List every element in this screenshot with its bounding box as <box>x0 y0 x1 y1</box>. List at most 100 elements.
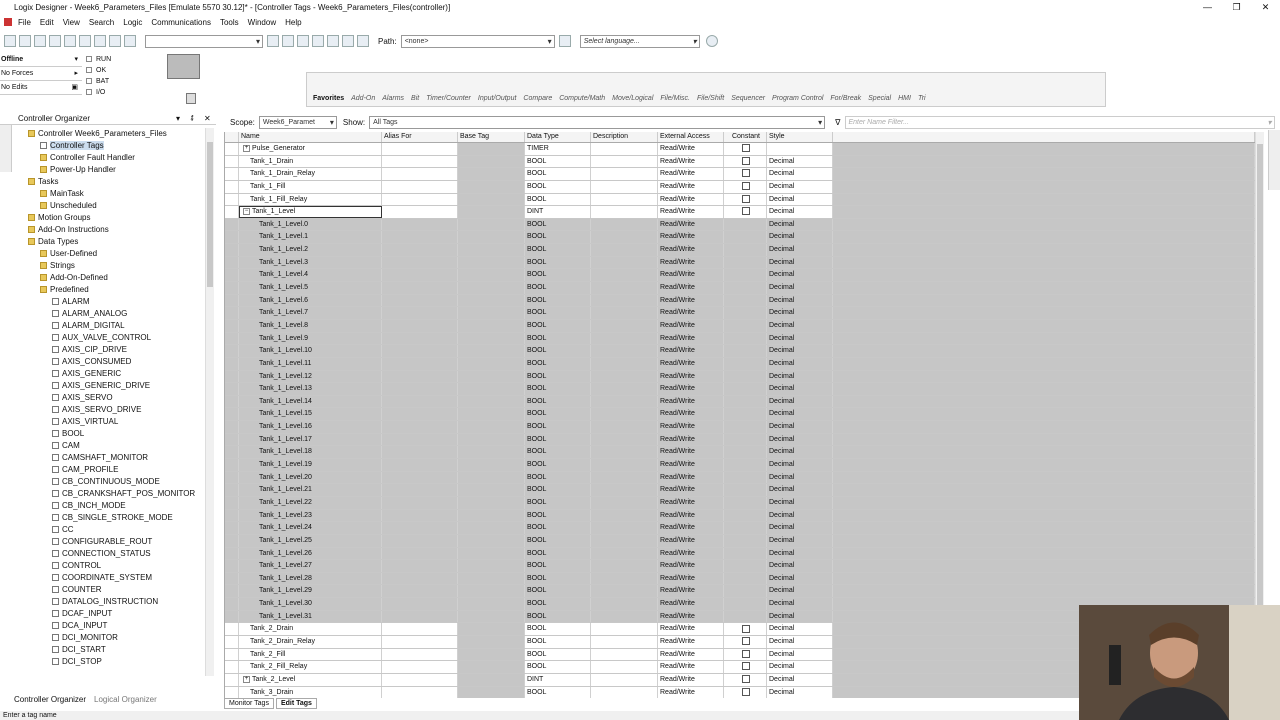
row-selector[interactable] <box>225 408 239 421</box>
table-row[interactable]: Tank_1_Level.25 BOOL Read/Write Decimal <box>225 534 1255 548</box>
description-cell[interactable] <box>591 244 658 256</box>
expand-icon[interactable]: + <box>243 675 250 683</box>
external-access-cell[interactable]: Read/Write <box>658 357 724 370</box>
constant-cell[interactable] <box>724 282 767 294</box>
table-row[interactable]: Tank_1_Level.29 BOOL Read/Write Decimal <box>225 585 1255 599</box>
row-selector[interactable] <box>225 143 239 155</box>
style-cell[interactable] <box>767 143 833 155</box>
base-tag-cell[interactable] <box>458 307 525 319</box>
description-cell[interactable] <box>591 446 658 459</box>
table-row[interactable]: Tank_1_Level.7 BOOL Read/Write Decimal <box>225 307 1255 320</box>
table-row[interactable]: Tank_1_Level.23 BOOL Read/Write Decimal <box>225 509 1255 523</box>
tag-name-cell[interactable]: Tank_1_Level.6 <box>239 294 382 307</box>
constant-cell[interactable] <box>724 471 767 484</box>
tag-name-cell[interactable]: Tank_1_Drain <box>239 155 382 168</box>
base-tag-cell[interactable] <box>458 231 525 244</box>
style-cell[interactable]: Decimal <box>767 294 833 307</box>
base-tag-cell[interactable] <box>458 585 525 598</box>
tag-name-cell[interactable]: Tank_1_Level.1 <box>239 231 382 244</box>
alias-for-cell[interactable] <box>382 269 458 282</box>
alias-for-cell[interactable] <box>382 395 458 408</box>
tree-node[interactable]: Add-On Instructions <box>14 224 205 236</box>
style-cell[interactable]: Decimal <box>767 446 833 459</box>
base-tag-cell[interactable] <box>458 357 525 370</box>
tree-node[interactable]: ALARM <box>14 296 205 308</box>
verify-icon[interactable] <box>297 35 309 47</box>
tree-node[interactable]: ALARM_DIGITAL <box>14 320 205 332</box>
tag-name-cell[interactable]: Tank_1_Level.2 <box>239 244 382 256</box>
base-tag-cell[interactable] <box>458 572 525 585</box>
tree-node[interactable]: Data Types <box>14 236 205 248</box>
tag-name-cell[interactable]: Tank_1_Level.18 <box>239 446 382 459</box>
data-type-cell[interactable]: BOOL <box>525 180 591 193</box>
open-icon[interactable] <box>19 35 31 47</box>
style-cell[interactable]: Decimal <box>767 218 833 231</box>
external-access-cell[interactable]: Read/Write <box>658 155 724 168</box>
row-selector[interactable] <box>225 231 239 244</box>
row-selector[interactable] <box>225 433 239 446</box>
style-cell[interactable]: Decimal <box>767 610 833 623</box>
tag-name-cell[interactable]: Tank_1_Level.11 <box>239 357 382 370</box>
external-access-cell[interactable]: Read/Write <box>658 496 724 509</box>
constant-cell[interactable] <box>724 496 767 509</box>
alias-for-cell[interactable] <box>382 648 458 661</box>
row-selector[interactable] <box>225 459 239 471</box>
row-selector[interactable] <box>225 282 239 294</box>
tag-name-cell[interactable]: Tank_1_Level.9 <box>239 332 382 345</box>
search-combo[interactable] <box>145 34 263 48</box>
tag-name-cell[interactable]: Tank_1_Level.26 <box>239 547 382 560</box>
external-access-cell[interactable]: Read/Write <box>658 522 724 534</box>
external-access-cell[interactable]: Read/Write <box>658 648 724 661</box>
column-header[interactable]: Base Tag <box>458 132 525 142</box>
table-row[interactable]: Tank_1_Level.2 BOOL Read/Write Decimal <box>225 244 1255 257</box>
constant-cell[interactable] <box>724 357 767 370</box>
style-cell[interactable]: Decimal <box>767 547 833 560</box>
data-type-cell[interactable]: BOOL <box>525 218 591 231</box>
alias-for-cell[interactable] <box>382 496 458 509</box>
external-access-cell[interactable]: Read/Write <box>658 218 724 231</box>
alias-for-cell[interactable] <box>382 332 458 345</box>
external-access-cell[interactable]: Read/Write <box>658 661 724 673</box>
style-cell[interactable]: Decimal <box>767 282 833 294</box>
base-tag-cell[interactable] <box>458 496 525 509</box>
base-tag-cell[interactable] <box>458 218 525 231</box>
tag-name-cell[interactable]: Tank_1_Level.16 <box>239 421 382 433</box>
tree-node[interactable]: COORDINATE_SYSTEM <box>14 572 205 584</box>
description-cell[interactable] <box>591 256 658 269</box>
app-menu-icon[interactable] <box>4 18 12 26</box>
tag-name-cell[interactable]: Tank_1_Level.31 <box>239 610 382 623</box>
row-selector[interactable] <box>225 357 239 370</box>
style-cell[interactable]: Decimal <box>767 534 833 547</box>
zoom-out-icon[interactable] <box>357 35 369 47</box>
description-cell[interactable] <box>591 572 658 585</box>
table-row[interactable]: Tank_1_Level.26 BOOL Read/Write Decimal <box>225 547 1255 561</box>
constant-cell[interactable] <box>724 572 767 585</box>
menu-help[interactable]: Help <box>285 18 301 27</box>
row-selector[interactable] <box>225 471 239 484</box>
tag-name-cell[interactable]: Tank_1_Level.27 <box>239 560 382 572</box>
alias-for-cell[interactable] <box>382 143 458 155</box>
external-access-cell[interactable]: Read/Write <box>658 623 724 635</box>
constant-cell[interactable] <box>724 686 767 698</box>
row-selector[interactable] <box>225 180 239 193</box>
row-selector[interactable] <box>225 446 239 459</box>
alias-for-cell[interactable] <box>382 193 458 206</box>
base-tag-cell[interactable] <box>458 560 525 572</box>
description-cell[interactable] <box>591 143 658 155</box>
base-tag-cell[interactable] <box>458 547 525 560</box>
table-row[interactable]: Tank_1_Level.18 BOOL Read/Write Decimal <box>225 446 1255 460</box>
external-access-cell[interactable]: Read/Write <box>658 421 724 433</box>
properties-icon[interactable] <box>312 35 324 47</box>
style-cell[interactable]: Decimal <box>767 471 833 484</box>
column-header[interactable]: Name <box>239 132 382 142</box>
tag-name-cell[interactable]: Tank_1_Level.12 <box>239 370 382 383</box>
table-row[interactable]: Tank_1_Level.13 BOOL Read/Write Decimal <box>225 383 1255 396</box>
constant-cell[interactable] <box>724 155 767 168</box>
instruction-tab[interactable]: Input/Output <box>478 95 517 102</box>
data-type-cell[interactable]: BOOL <box>525 345 591 357</box>
external-access-cell[interactable]: Read/Write <box>658 383 724 395</box>
save-icon[interactable] <box>34 35 46 47</box>
constant-cell[interactable] <box>724 345 767 357</box>
instruction-tab[interactable]: Move/Logical <box>612 95 653 102</box>
external-access-cell[interactable]: Read/Write <box>658 459 724 471</box>
